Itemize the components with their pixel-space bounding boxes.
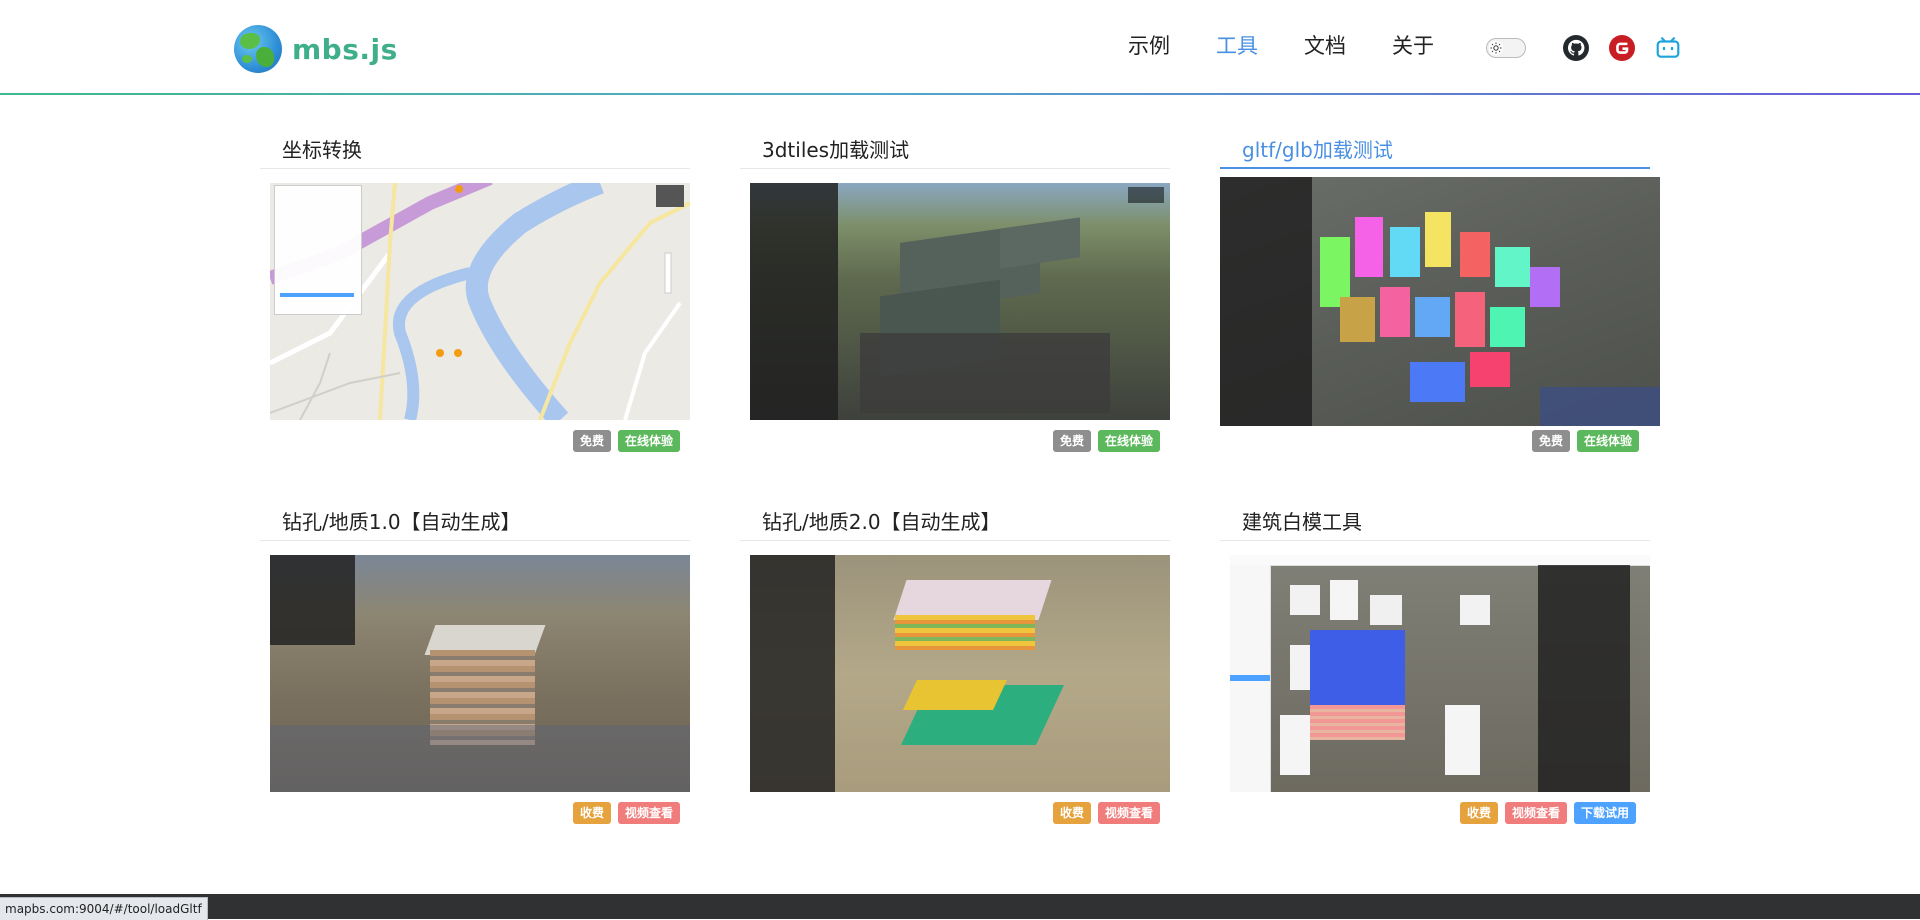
card-actions: 收费 视频查看: [573, 802, 681, 824]
sun-icon: [1489, 41, 1503, 55]
paid-badge: 收费: [573, 802, 612, 824]
card-thumbnail-building-model[interactable]: [1230, 555, 1650, 792]
download-trial-button[interactable]: 下载试用: [1574, 802, 1637, 824]
card-thumbnail-borehole-v1[interactable]: [270, 555, 690, 792]
card-title[interactable]: 坐标转换: [260, 133, 690, 169]
nav-item-tools[interactable]: 工具: [1216, 30, 1258, 60]
card-actions: 收费 视频查看: [1053, 802, 1161, 824]
watch-video-button[interactable]: 视频查看: [1505, 802, 1568, 824]
card-thumbnail-map[interactable]: [270, 183, 690, 420]
card-actions: 免费 在线体验: [1053, 430, 1161, 452]
gitee-icon[interactable]: [1609, 35, 1635, 61]
theme-toggle[interactable]: [1486, 38, 1526, 58]
card-thumbnail-3dtiles[interactable]: [750, 183, 1170, 420]
card-title[interactable]: 钻孔/地质1.0【自动生成】: [260, 505, 690, 541]
globe-logo-icon: [234, 25, 282, 73]
try-online-button[interactable]: 在线体验: [618, 430, 681, 452]
card-actions: 免费 在线体验: [573, 430, 681, 452]
watch-video-button[interactable]: 视频查看: [618, 802, 681, 824]
browser-status-bar: [0, 894, 1920, 919]
brand-name: mbs.js: [292, 32, 398, 66]
status-url-tooltip: mapbs.com:9004/#/tool/loadGltf: [0, 897, 208, 920]
card-thumbnail-borehole-v2[interactable]: [750, 555, 1170, 792]
try-online-button[interactable]: 在线体验: [1098, 430, 1161, 452]
free-badge: 免费: [1532, 430, 1571, 452]
watch-video-button[interactable]: 视频查看: [1098, 802, 1161, 824]
brand-logo-link[interactable]: mbs.js: [234, 25, 398, 73]
free-badge: 免费: [1053, 430, 1092, 452]
paid-badge: 收费: [1053, 802, 1092, 824]
nav-item-examples[interactable]: 示例: [1128, 30, 1170, 60]
card-title[interactable]: 建筑白模工具: [1220, 505, 1650, 541]
card-actions: 收费 视频查看 下载试用: [1460, 802, 1637, 824]
github-icon[interactable]: [1563, 35, 1589, 61]
nav-item-about[interactable]: 关于: [1392, 30, 1434, 60]
main-nav: 示例 工具 文档 关于: [1128, 30, 1480, 60]
try-online-button[interactable]: 在线体验: [1577, 430, 1640, 452]
header-divider: [0, 93, 1920, 95]
bilibili-icon[interactable]: [1655, 35, 1681, 61]
free-badge: 免费: [573, 430, 612, 452]
card-title[interactable]: 3dtiles加载测试: [740, 133, 1170, 169]
card-actions: 免费 在线体验: [1532, 430, 1640, 452]
paid-badge: 收费: [1460, 802, 1499, 824]
card-title[interactable]: 钻孔/地质2.0【自动生成】: [740, 505, 1170, 541]
nav-item-docs[interactable]: 文档: [1304, 30, 1346, 60]
card-title[interactable]: gltf/glb加载测试: [1220, 133, 1650, 169]
card-thumbnail-gltf[interactable]: [1220, 177, 1660, 426]
top-header: mbs.js 示例 工具 文档 关于: [0, 0, 1920, 94]
